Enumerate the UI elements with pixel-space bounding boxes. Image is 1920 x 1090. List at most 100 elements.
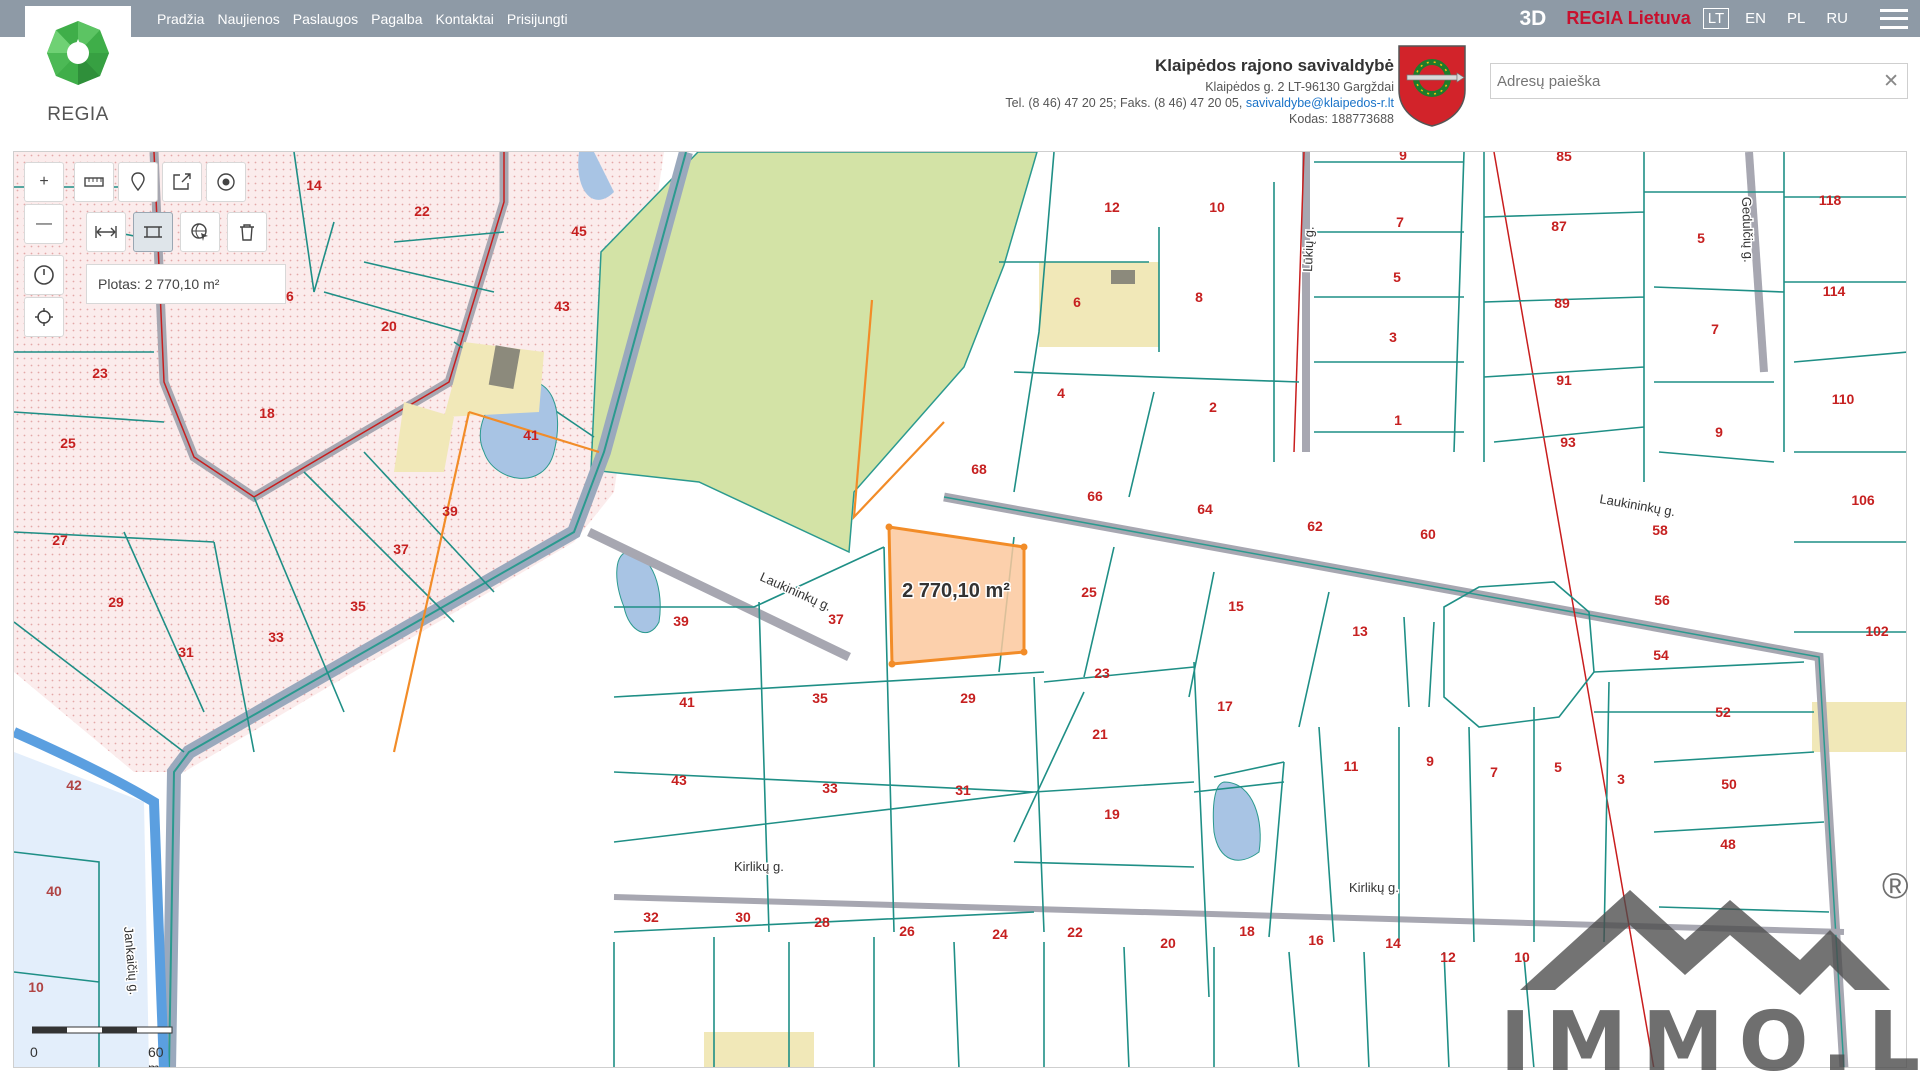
- parcel-number: 91: [1556, 372, 1572, 388]
- parcel-number: 12: [1104, 199, 1120, 215]
- parcel-number: 33: [822, 780, 838, 796]
- parcel-number: 25: [60, 435, 76, 451]
- ruler-icon: [84, 175, 104, 189]
- 3d-button[interactable]: 3D: [1520, 7, 1547, 31]
- area-icon: [142, 223, 164, 241]
- parcel-number: 10: [1514, 949, 1530, 965]
- parcel-number: 22: [1067, 924, 1083, 940]
- parcel-number: 9: [1399, 152, 1407, 163]
- parcel-number: 16: [1308, 932, 1324, 948]
- parcel-number: 23: [1094, 665, 1110, 681]
- parcel-number: 19: [1104, 806, 1120, 822]
- street-label: Kirlikų g.: [1349, 880, 1399, 895]
- delete-button[interactable]: [227, 212, 267, 252]
- measure-distance-button[interactable]: [86, 212, 126, 252]
- coat-of-arms-icon: [1397, 44, 1467, 128]
- trash-icon: [239, 223, 255, 241]
- globe-cursor-icon: [190, 222, 210, 242]
- regia-lietuva-link[interactable]: REGIA Lietuva: [1566, 8, 1690, 29]
- map-view[interactable]: 2 770,10 m² Laukininkų g. Laukininkų g. …: [13, 151, 1907, 1068]
- share-button[interactable]: [162, 162, 202, 202]
- measure-area-button[interactable]: [133, 212, 173, 252]
- parcel-number: 3: [1389, 329, 1397, 345]
- parcel-number: 26: [899, 923, 915, 939]
- address-search-input[interactable]: [1491, 64, 1861, 98]
- cadastral-map[interactable]: 2 770,10 m² Laukininkų g. Laukininkų g. …: [14, 152, 1907, 1068]
- top-navigation-bar: Pradžia Naujienos Paslaugos Pagalba Kont…: [0, 0, 1920, 37]
- parcel-number: 118: [1819, 192, 1842, 208]
- parcel-number: 20: [381, 318, 397, 334]
- parcel-number: 87: [1551, 218, 1567, 234]
- address-search: ✕: [1490, 63, 1908, 99]
- parcel-number: 14: [306, 177, 322, 193]
- marker-icon: [131, 172, 145, 192]
- parcel-number: 66: [1087, 488, 1103, 504]
- parcel-number: 10: [1209, 199, 1225, 215]
- parcel-number: 35: [812, 690, 828, 706]
- add-marker-button[interactable]: [118, 162, 158, 202]
- municipality-phone: Tel. (8 46) 47 20 25; Faks. (8 46) 47 20…: [1005, 96, 1245, 110]
- menu-pagalba[interactable]: Pagalba: [371, 11, 422, 27]
- parcel-number: 35: [350, 598, 366, 614]
- language-lt[interactable]: LT: [1703, 8, 1729, 29]
- target-button[interactable]: [206, 162, 246, 202]
- parcel-number: 45: [571, 223, 587, 239]
- parcel-number: 89: [1554, 295, 1570, 311]
- parcel-number: 7: [1711, 321, 1719, 337]
- parcel-number: 85: [1556, 152, 1572, 164]
- zoom-out-button[interactable]: —: [24, 204, 64, 244]
- menu-prisijungti[interactable]: Prisijungti: [507, 11, 568, 27]
- language-en[interactable]: EN: [1740, 8, 1771, 29]
- parcel-number: 9: [1715, 424, 1723, 440]
- parcel-number: 5: [1697, 230, 1705, 246]
- parcel-number: 32: [643, 909, 659, 925]
- scale-start-label: 0: [30, 1044, 38, 1060]
- parcel-number: 5: [1554, 759, 1562, 775]
- parcel-number: 64: [1197, 501, 1213, 517]
- measure-length-button[interactable]: [74, 162, 114, 202]
- hamburger-menu-icon[interactable]: [1880, 9, 1908, 29]
- parcel-number: 12: [1440, 949, 1456, 965]
- menu-paslaugos[interactable]: Paslaugos: [293, 11, 358, 27]
- menu-kontaktai[interactable]: Kontaktai: [436, 11, 494, 27]
- regia-logo[interactable]: REGIA: [25, 6, 131, 128]
- parcel-number: 43: [671, 772, 687, 788]
- parcel-number: 17: [1217, 698, 1233, 714]
- municipality-email[interactable]: savivaldybe@klaipedos-r.lt: [1246, 96, 1394, 110]
- clock-icon: [33, 264, 55, 286]
- parcel-number: 21: [1092, 726, 1108, 742]
- parcel-number: 28: [814, 914, 830, 930]
- parcel-number: 62: [1307, 518, 1323, 534]
- parcel-number: 52: [1715, 704, 1731, 720]
- parcel-number: 31: [178, 644, 194, 660]
- parcel-number: 42: [66, 777, 82, 793]
- scale-bar: 0 60 m: [24, 1022, 174, 1066]
- parcel-number: 3: [1617, 771, 1625, 787]
- menu-pradzia[interactable]: Pradžia: [157, 11, 204, 27]
- distance-icon: [95, 225, 117, 239]
- identify-button[interactable]: [180, 212, 220, 252]
- parcel-number: 18: [259, 405, 275, 421]
- parcel-number: 27: [52, 532, 68, 548]
- parcel-number: 106: [1851, 492, 1875, 508]
- locate-button[interactable]: [24, 297, 64, 337]
- scale-bar-graphic: [32, 1022, 182, 1042]
- parcel-number: 43: [554, 298, 570, 314]
- parcel-number: 50: [1721, 776, 1737, 792]
- parcel-number: 48: [1720, 836, 1736, 852]
- parcel-number: 39: [442, 503, 458, 519]
- share-icon: [172, 173, 192, 191]
- language-ru[interactable]: RU: [1821, 8, 1853, 29]
- parcel-number: 41: [679, 694, 695, 710]
- language-pl[interactable]: PL: [1782, 8, 1810, 29]
- history-button[interactable]: [24, 255, 64, 295]
- zoom-in-button[interactable]: +: [24, 162, 64, 202]
- parcel-number: 7: [1490, 764, 1498, 780]
- right-navigation: 3D REGIA Lietuva LT EN PL RU: [1520, 0, 1920, 37]
- menu-naujienos[interactable]: Naujienos: [217, 11, 279, 27]
- clear-search-icon[interactable]: ✕: [1883, 70, 1899, 93]
- municipality-address: Klaipėdos g. 2 LT-96130 Gargždai: [1005, 79, 1394, 95]
- parcel-number: 40: [46, 883, 62, 899]
- parcel-number: 1: [1394, 412, 1402, 428]
- parcel-number: 54: [1653, 647, 1669, 663]
